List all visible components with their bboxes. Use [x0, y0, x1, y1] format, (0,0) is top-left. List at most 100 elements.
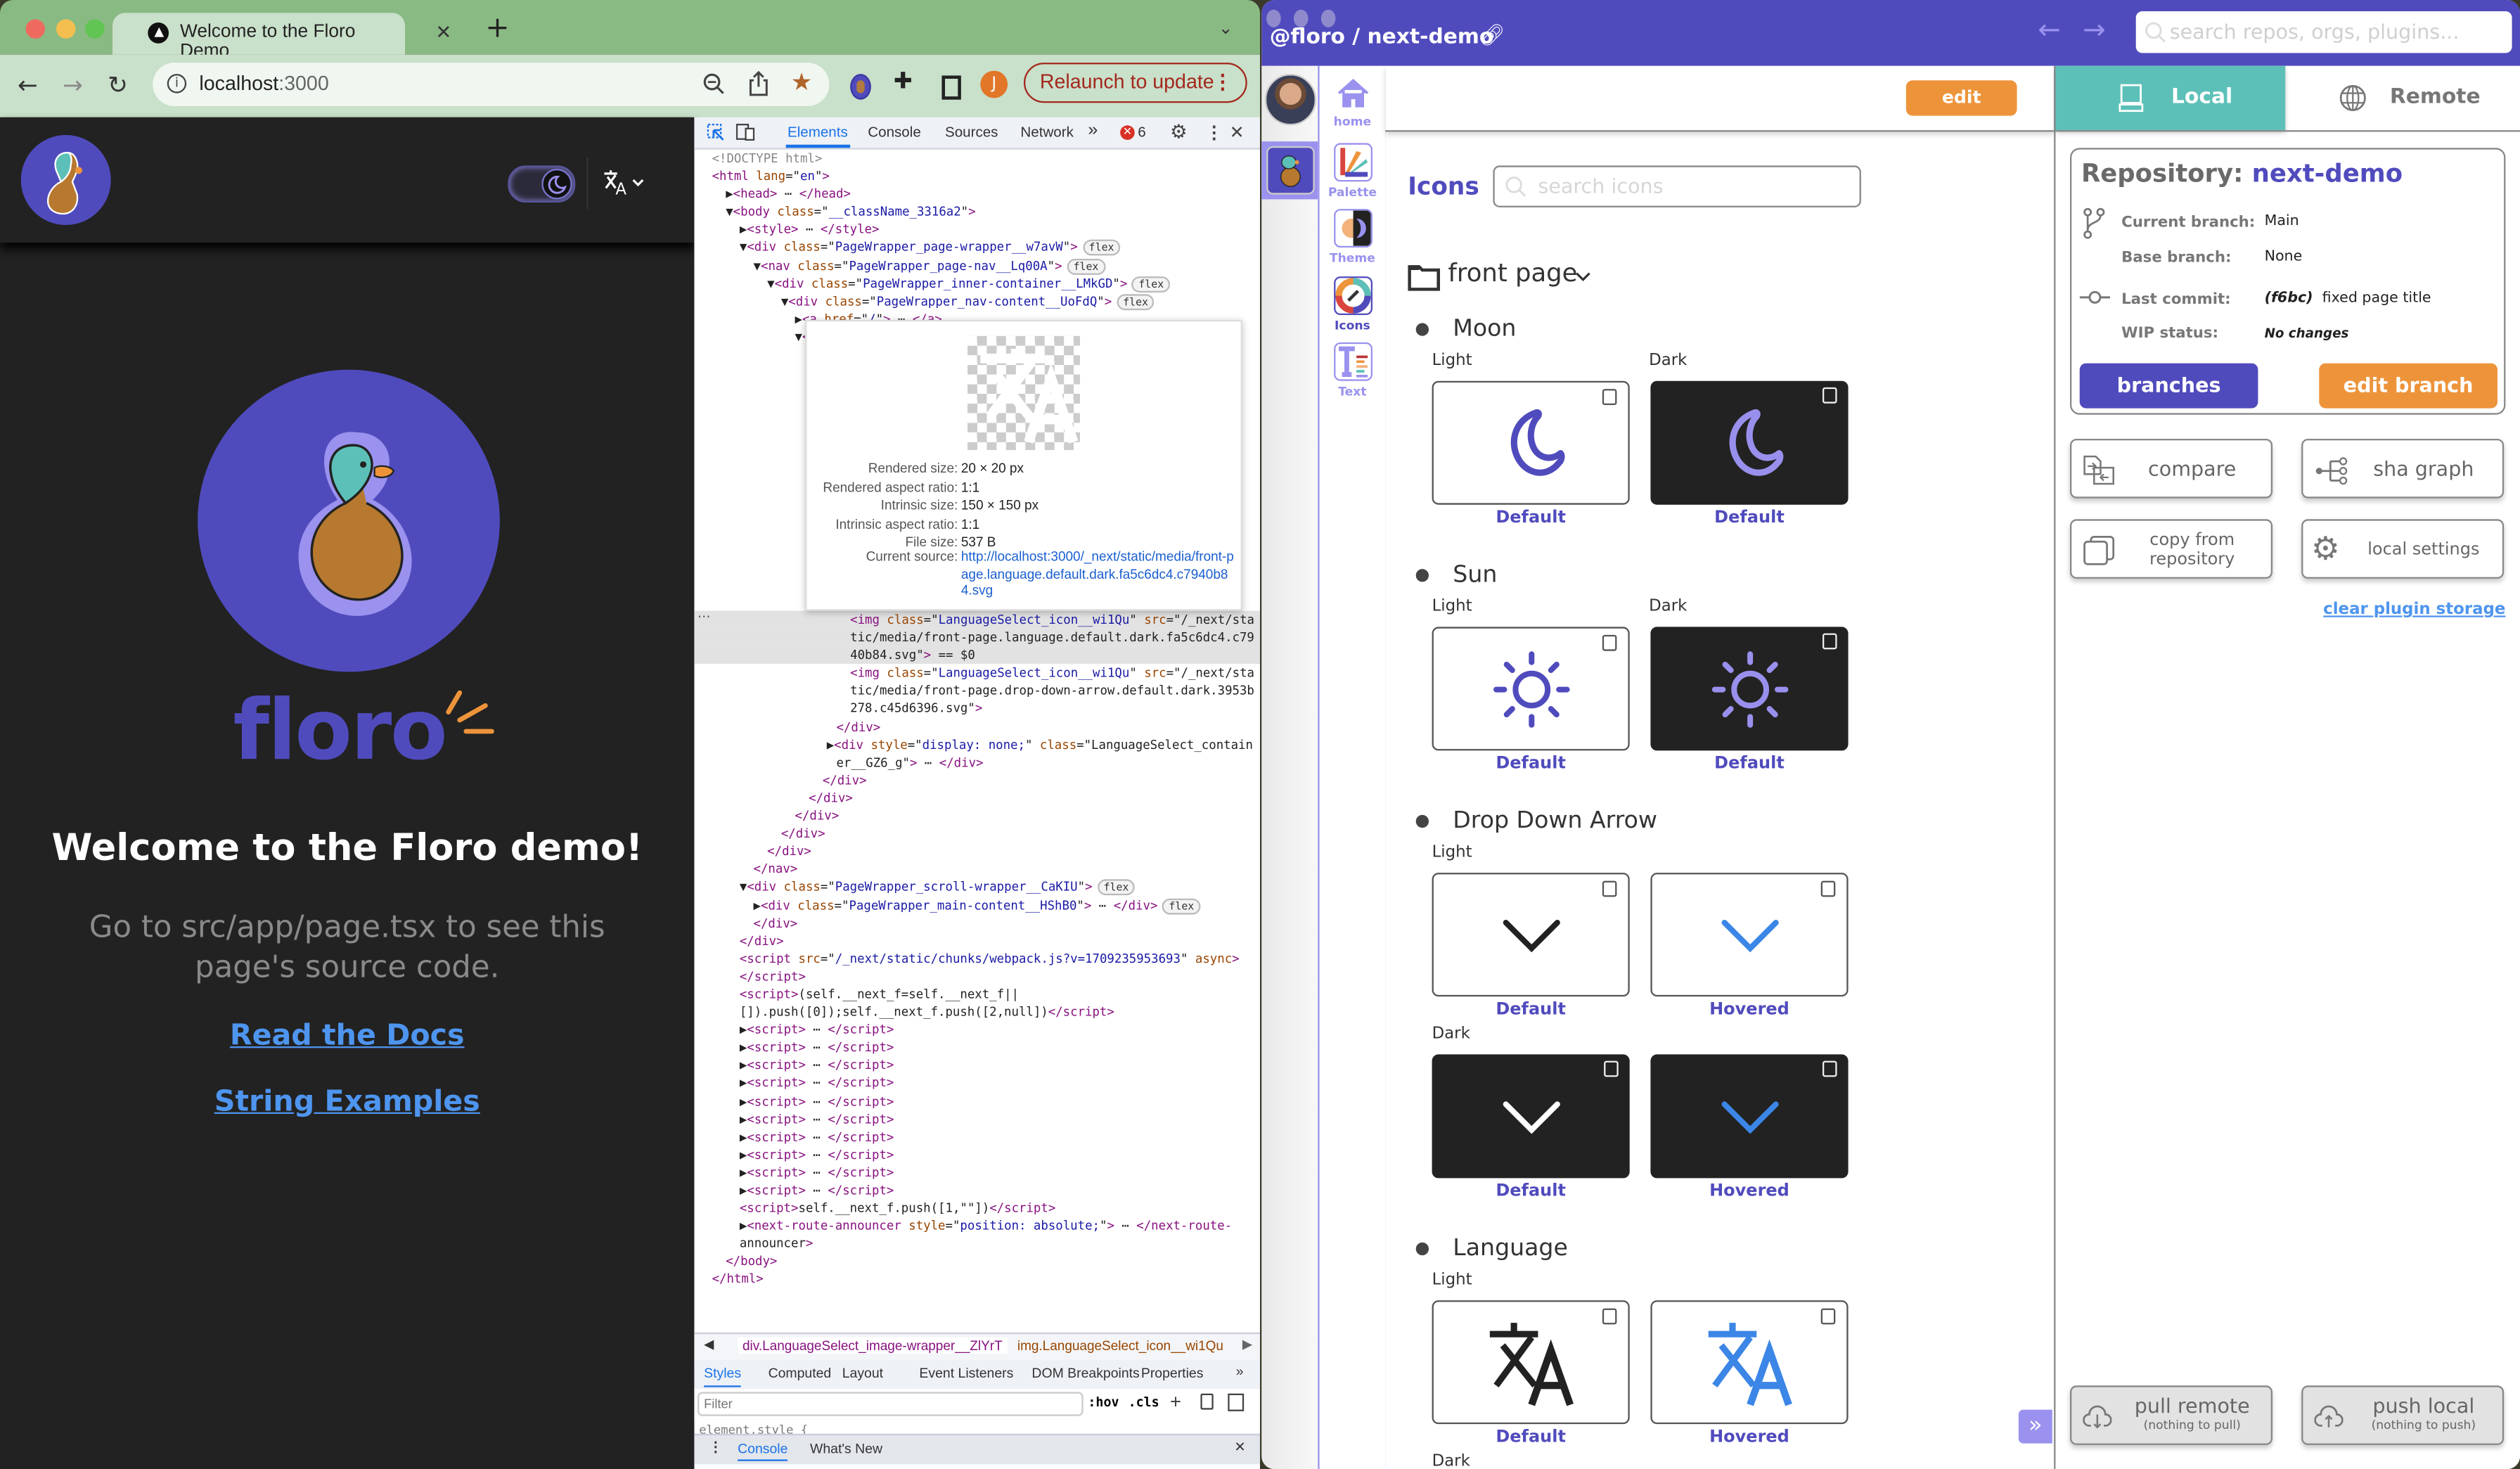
dom-node-line[interactable]: ▶<style> ⋯ </style>: [694, 221, 1260, 238]
dom-node-line[interactable]: <script>self.__next_f.push([1,""])</scri…: [694, 1199, 1260, 1217]
dom-node-line[interactable]: ▶<script> ⋯ </script>: [694, 1146, 1260, 1163]
device-toolbar-icon[interactable]: [735, 123, 755, 141]
dom-node-line[interactable]: </nav>: [694, 861, 1260, 878]
new-style-rule-icon[interactable]: +: [1170, 1390, 1181, 1413]
rail-item-icons[interactable]: Icons: [1320, 275, 1386, 332]
clear-plugin-storage-link[interactable]: clear plugin storage: [2323, 601, 2505, 619]
copy-icon[interactable]: [1604, 1060, 1619, 1077]
icon-preview-card[interactable]: [1650, 380, 1849, 505]
dom-node-line[interactable]: </div>: [694, 932, 1260, 949]
dom-node-line[interactable]: ▶<next-route-announcer style="position: …: [694, 1217, 1260, 1235]
edit-branch-button[interactable]: edit branch: [2319, 363, 2498, 409]
extensions-puzzle-icon[interactable]: ✚: [894, 69, 913, 95]
icon-preview-card[interactable]: [1432, 627, 1630, 751]
variant-caption[interactable]: Default: [1650, 754, 1848, 773]
global-search-input[interactable]: search repos, orgs, plugins...: [2135, 11, 2512, 53]
drawer-tab-whats-new[interactable]: What's New: [810, 1440, 882, 1456]
copy-icon[interactable]: [1822, 387, 1837, 404]
dom-node-line[interactable]: ▶<script> ⋯ </script>: [694, 1092, 1260, 1110]
dom-node-line[interactable]: ▶<script> ⋯ </script>: [694, 1056, 1260, 1074]
pull-remote-button[interactable]: pull remote (nothing to pull): [2069, 1385, 2272, 1445]
drawer-menu-icon[interactable]: ⋮: [709, 1439, 722, 1456]
rail-item-home[interactable]: home: [1320, 75, 1386, 129]
inspect-element-icon[interactable]: [707, 123, 725, 141]
styles-tab[interactable]: Layout: [842, 1365, 883, 1381]
side-panel-icon[interactable]: [941, 75, 961, 100]
sha-graph-button[interactable]: sha graph: [2301, 438, 2505, 499]
tab-remote[interactable]: Remote: [2285, 66, 2520, 130]
variant-caption[interactable]: Default: [1432, 1181, 1630, 1200]
repo-title[interactable]: @floro / next-demo: [1270, 26, 1494, 50]
variant-caption[interactable]: Default: [1432, 1428, 1630, 1446]
history-forward-icon[interactable]: →: [2083, 15, 2106, 47]
floro-logo-small[interactable]: [20, 134, 111, 225]
theme-toggle[interactable]: [508, 165, 576, 203]
dom-node-line[interactable]: 278.c45d6396.svg">: [694, 700, 1260, 717]
styles-filter-input[interactable]: [697, 1392, 1084, 1416]
dom-node-line[interactable]: ▼<nav class="PageWrapper_page-nav__Lq00A…: [694, 257, 1260, 274]
flex-badge[interactable]: flex: [1117, 293, 1155, 310]
breadcrumb-item[interactable]: img.LanguageSelect_icon__wi1Qu: [1017, 1338, 1223, 1354]
relaunch-to-update-button[interactable]: Relaunch to update ⋮: [1023, 63, 1247, 103]
repo-duck-icon[interactable]: [1266, 146, 1315, 195]
error-count[interactable]: 6: [1138, 124, 1145, 140]
dom-node-line[interactable]: ▼<div class="PageWrapper_inner-container…: [694, 274, 1260, 293]
window-close-dot[interactable]: [1266, 9, 1281, 27]
paintbrush-icon[interactable]: [1200, 1393, 1214, 1410]
node-ellipsis[interactable]: ⋯: [698, 609, 710, 624]
toggle-sidebar-icon[interactable]: [1228, 1393, 1245, 1411]
window-minimize-dot[interactable]: [1293, 9, 1309, 27]
error-icon[interactable]: ✕: [1120, 125, 1135, 140]
icon-preview-card[interactable]: [1432, 1300, 1630, 1425]
dom-node-line[interactable]: tic/media/front-page.language.default.da…: [694, 628, 1260, 647]
rail-item-theme[interactable]: Theme: [1320, 209, 1386, 265]
icon-preview-card[interactable]: [1650, 1300, 1849, 1425]
dom-node-line[interactable]: ▶<script> ⋯ </script>: [694, 1039, 1260, 1056]
dom-node-line[interactable]: ▶<script> ⋯ </script>: [694, 1181, 1260, 1199]
scroll-left-icon[interactable]: ◀: [704, 1338, 714, 1352]
icon-preview-card[interactable]: [1432, 1054, 1630, 1179]
expand-panel-button[interactable]: »: [2018, 1409, 2052, 1444]
variant-caption[interactable]: Hovered: [1650, 1000, 1848, 1019]
icon-preview-card[interactable]: [1650, 1054, 1849, 1179]
copy-icon[interactable]: [1820, 1308, 1836, 1325]
tab-local[interactable]: Local: [2055, 65, 2286, 131]
flex-badge[interactable]: flex: [1162, 897, 1201, 914]
site-info-icon[interactable]: i: [167, 74, 187, 94]
dom-node-line[interactable]: </div>: [694, 842, 1260, 860]
minimize-window-button[interactable]: [56, 19, 76, 39]
icon-preview-card[interactable]: [1650, 627, 1849, 751]
profile-avatar[interactable]: J: [980, 70, 1008, 98]
close-tab-icon[interactable]: ✕: [435, 21, 451, 44]
dom-node-line[interactable]: ▶<script> ⋯ </script>: [694, 1075, 1260, 1092]
flex-badge[interactable]: flex: [1097, 880, 1136, 897]
icon-preview-card[interactable]: [1432, 873, 1630, 997]
local-settings-button[interactable]: ⚙ local settings: [2301, 519, 2505, 579]
icon-preview-card[interactable]: [1432, 380, 1630, 505]
dom-node-line[interactable]: <html lang="en">: [694, 167, 1260, 185]
copy-from-repository-button[interactable]: copy from repository: [2069, 519, 2272, 579]
dom-node-line[interactable]: ▶<script> ⋯ </script>: [694, 1110, 1260, 1128]
window-maximize-dot[interactable]: [1320, 9, 1336, 27]
copy-icon[interactable]: [1820, 880, 1836, 897]
styles-tab[interactable]: Computed: [769, 1365, 832, 1381]
branches-button[interactable]: branches: [2079, 363, 2258, 409]
dom-node-line[interactable]: ▼<div class="PageWrapper_scroll-wrapper_…: [694, 878, 1260, 897]
dom-node-line[interactable]: ▶<script> ⋯ </script>: [694, 1164, 1260, 1181]
dom-node-line[interactable]: </div>: [694, 825, 1260, 842]
history-back-icon[interactable]: ←: [2038, 15, 2061, 47]
settings-gear-icon[interactable]: ⚙: [1170, 120, 1188, 143]
dom-node-line[interactable]: </div>: [694, 771, 1260, 789]
address-bar[interactable]: i localhost:3000 ★: [153, 63, 830, 106]
share-icon[interactable]: [749, 70, 768, 97]
styles-tab[interactable]: DOM Breakpoints: [1031, 1365, 1139, 1381]
dom-node-line[interactable]: </div>: [694, 914, 1260, 932]
close-devtools-icon[interactable]: ✕: [1230, 122, 1245, 143]
icon-search-input[interactable]: search icons: [1493, 165, 1861, 207]
dom-node-line[interactable]: announcer>: [694, 1235, 1260, 1252]
close-drawer-icon[interactable]: ✕: [1234, 1439, 1245, 1456]
flex-badge[interactable]: flex: [1067, 257, 1105, 274]
variant-caption[interactable]: Default: [1432, 754, 1630, 773]
close-window-button[interactable]: [25, 19, 45, 39]
bookmark-star-icon[interactable]: ★: [791, 68, 813, 96]
